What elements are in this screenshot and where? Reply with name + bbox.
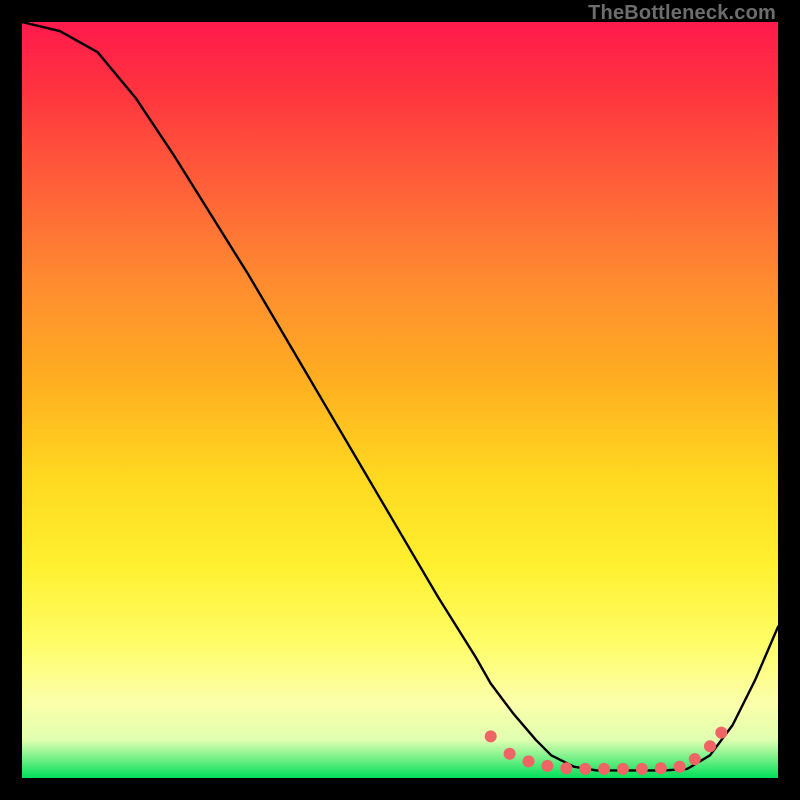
gradient-background <box>22 22 778 778</box>
chart-stage: TheBottleneck.com <box>0 0 800 800</box>
watermark-label: TheBottleneck.com <box>588 2 776 25</box>
